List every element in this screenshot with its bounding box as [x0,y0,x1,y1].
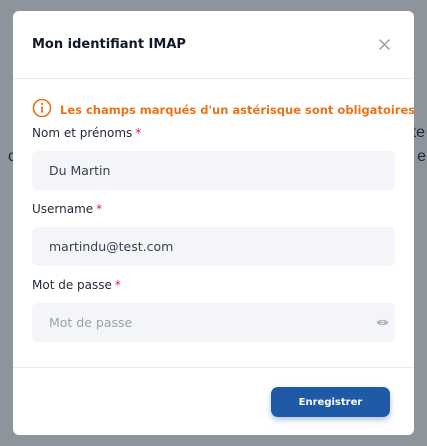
required-asterisk: * [135,126,142,140]
required-notice: Les champs marqués d'un astérisque sont … [32,98,414,122]
eye-icon[interactable] [375,315,389,329]
save-button[interactable]: Enregistrer [271,387,390,417]
close-icon[interactable] [376,37,392,53]
info-circle-icon [32,98,52,122]
required-asterisk: * [96,202,103,216]
username-field-group: Username * [32,202,395,266]
modal-body: Les champs marqués d'un astérisque sont … [13,79,414,342]
backdrop-text: e [417,148,426,165]
name-input[interactable] [32,151,395,190]
modal-header: Mon identifiant IMAP [13,11,414,79]
password-field-group: Mot de passe * [32,278,395,342]
password-label: Mot de passe * [32,278,121,292]
username-input[interactable] [32,227,395,266]
name-label: Nom et prénoms * [32,126,142,140]
imap-credentials-modal: Mon identifiant IMAP Les champs marqués … [13,11,414,435]
modal-title: Mon identifiant IMAP [32,37,186,52]
name-field-group: Nom et prénoms * [32,126,395,190]
username-label: Username * [32,202,103,216]
required-notice-text: Les champs marqués d'un astérisque sont … [60,103,414,117]
required-asterisk: * [114,278,121,292]
password-input[interactable] [32,303,395,342]
modal-footer: Enregistrer [13,367,414,435]
